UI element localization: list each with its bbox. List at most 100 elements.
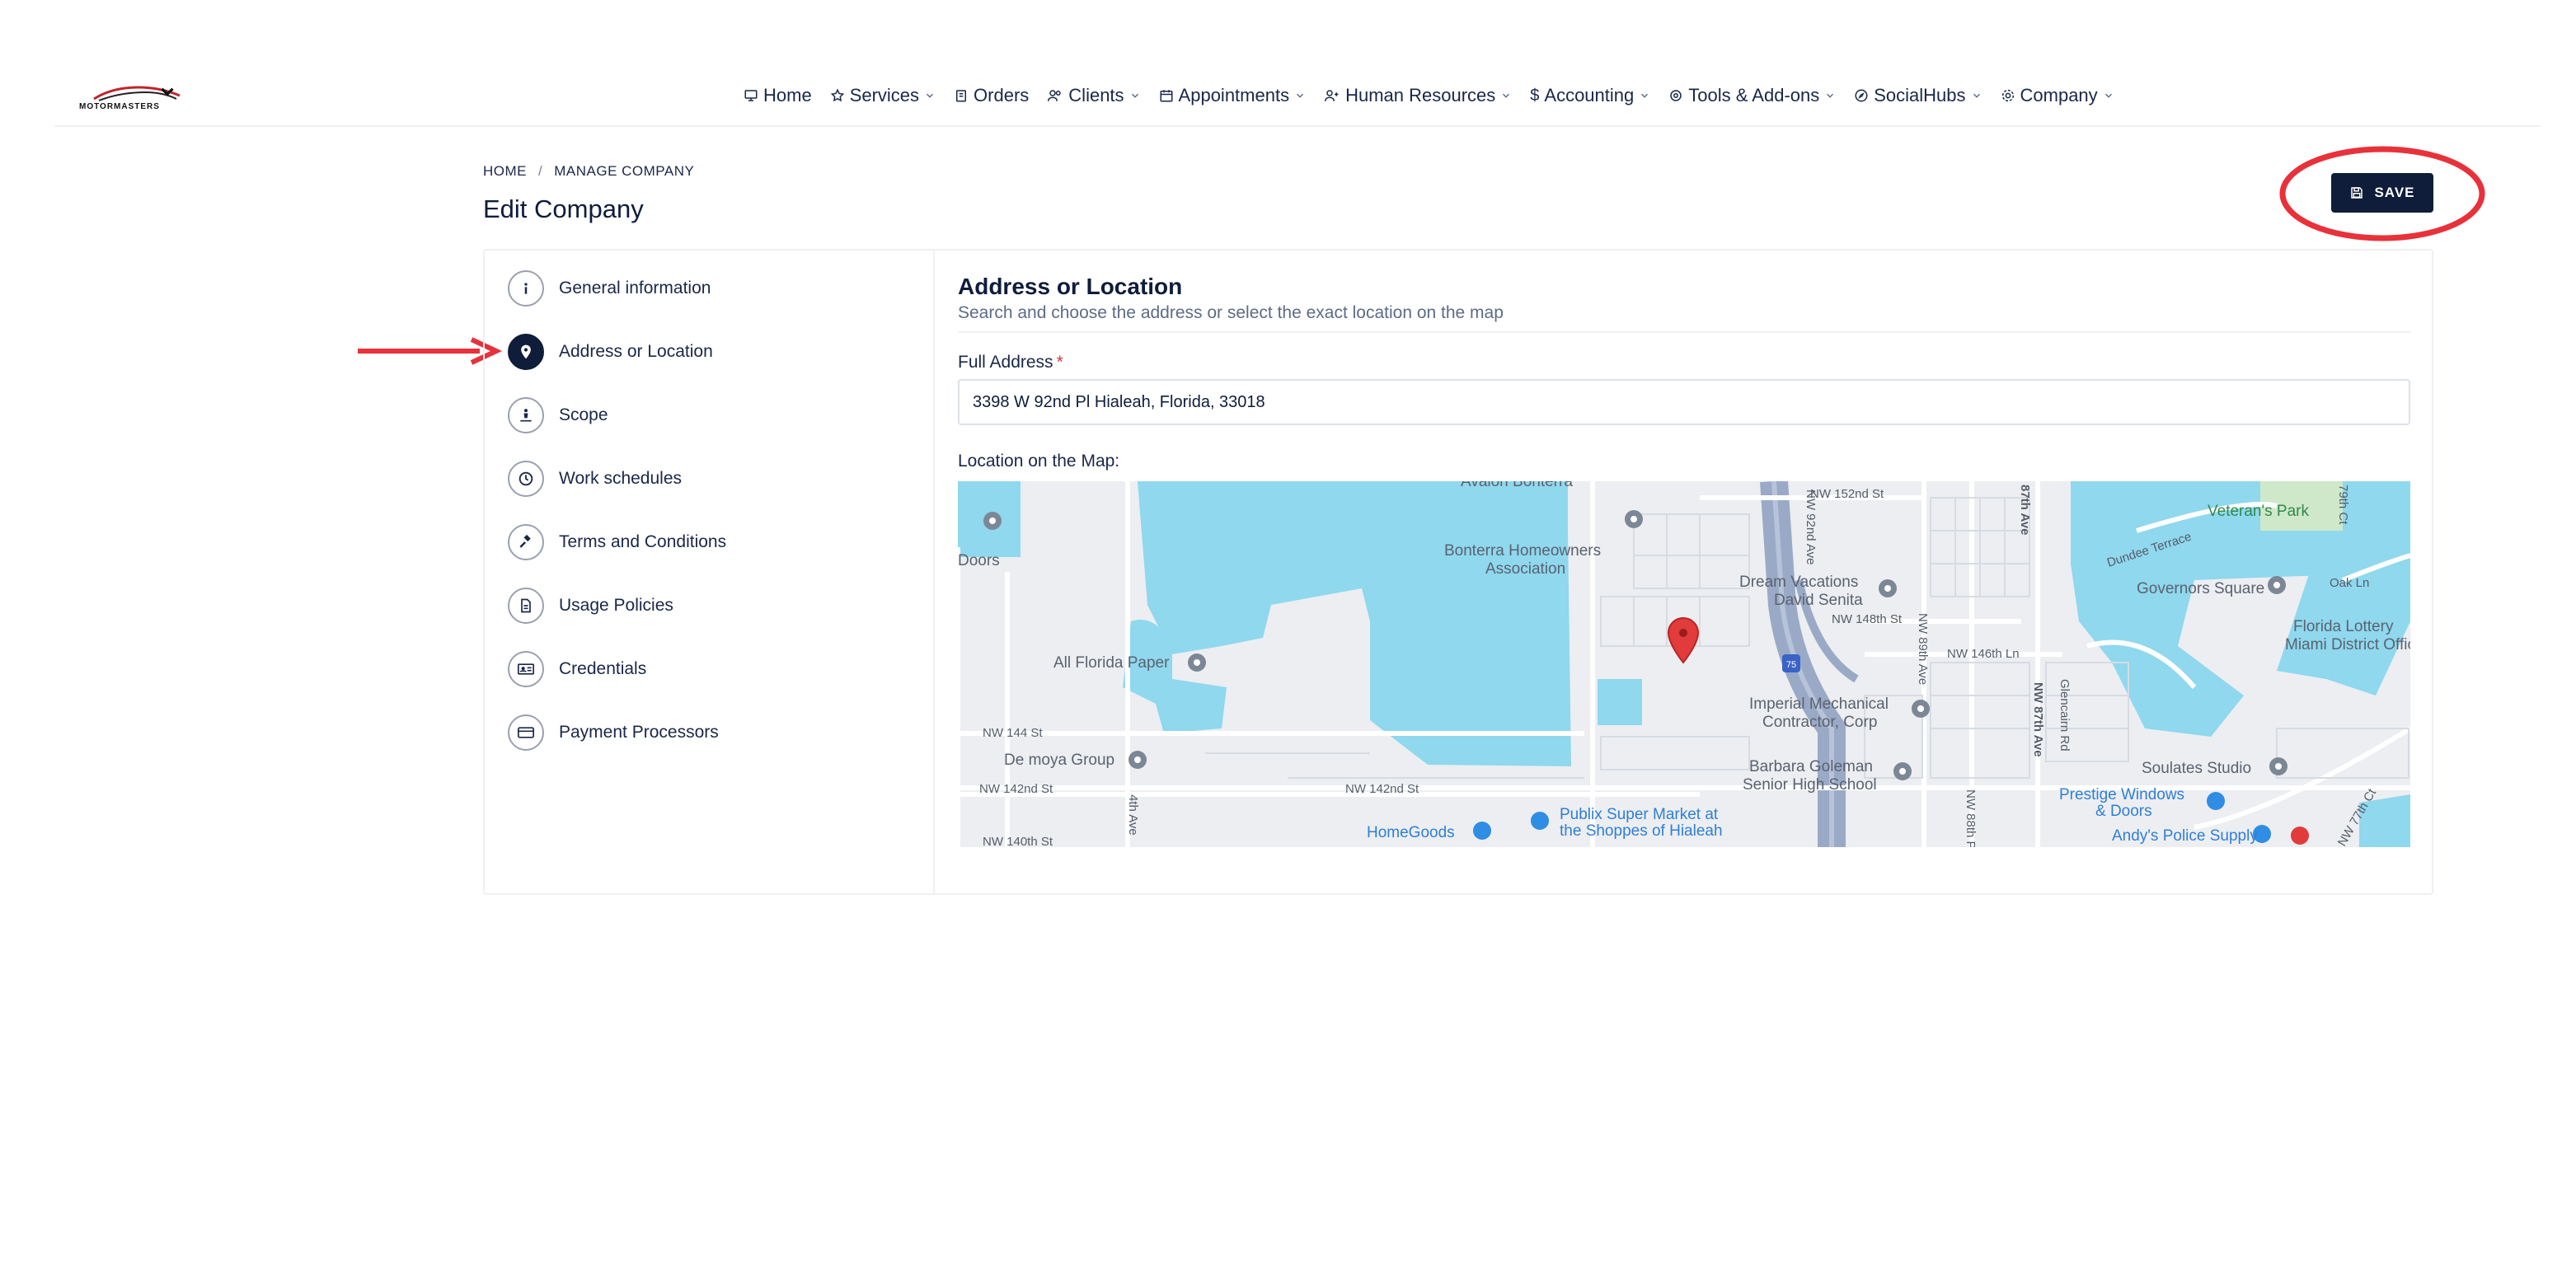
clock-icon: [508, 461, 544, 497]
section-title: Address or Location: [958, 274, 1183, 299]
sidebar-item-label: Credentials: [559, 659, 647, 678]
chevron-down-icon: [1297, 93, 1304, 98]
location-map[interactable]: 75 Avalon Bonterra Bonterra Homeowners A…: [958, 481, 2410, 847]
sidebar-item-scope[interactable]: Scope: [508, 396, 608, 435]
map-place-label: Prestige Windows: [2059, 786, 2184, 803]
id-card-icon: [508, 651, 544, 687]
nav-clients[interactable]: Clients: [1047, 85, 1140, 106]
sidebar-item-label: Payment Processors: [559, 723, 719, 742]
breadcrumb: HOME / MANAGE COMPANY: [483, 163, 694, 180]
map-street-label: NW 144 St: [983, 726, 1043, 740]
chevron-down-icon: [927, 93, 934, 98]
nav-socialhubs[interactable]: SocialHubs: [1854, 85, 1982, 106]
map-place-label: Association: [1485, 560, 1565, 578]
sidebar-item-usage-policies[interactable]: Usage Policies: [508, 586, 673, 625]
chevron-down-icon: [2104, 93, 2112, 98]
map-place-label: Avalon Bonterra: [1461, 481, 1573, 490]
sidebar-item-label: Scope: [559, 405, 608, 424]
clipboard-icon: [956, 90, 967, 102]
full-address-input[interactable]: [958, 379, 2410, 425]
map-place-label: David Senita: [1774, 592, 1863, 609]
nav-tools-addons[interactable]: Tools & Add-ons: [1668, 85, 1836, 106]
section-divider: [958, 331, 2410, 333]
nav-human-resources-label: Human Resources: [1345, 85, 1496, 105]
company-logo[interactable]: MOTORMASTERS: [79, 81, 203, 117]
map-place-label: De moya Group: [1004, 752, 1114, 769]
nav-clients-label: Clients: [1068, 85, 1124, 105]
map-street-label: 75: [1786, 660, 1796, 670]
star-icon: [830, 88, 844, 102]
map-place-label: Doors: [958, 552, 1000, 569]
address-section: Address or Location Search and choose th…: [958, 251, 2410, 893]
map-place-label: All Florida Paper: [1053, 654, 1170, 672]
full-address-label-text: Full Address: [958, 353, 1053, 372]
compass-icon: [1855, 89, 1868, 102]
map-place-label: Publix Super Market at: [1560, 806, 1719, 823]
map-place-label: the Shoppes of Hialeah: [1560, 822, 1723, 840]
map-place-label: Miami District Office: [2285, 636, 2410, 653]
nav-company[interactable]: Company: [2001, 85, 2114, 106]
dollar-icon: $: [1530, 86, 1540, 105]
main-nav: Home Services Orders Clients Appointment…: [744, 79, 2114, 112]
page-title: Edit Company: [483, 194, 644, 223]
map-place-label: Senior High School: [1743, 776, 1877, 794]
sidebar-item-general-information[interactable]: General information: [508, 269, 711, 308]
sidebar-item-label: Terms and Conditions: [559, 532, 727, 551]
map-label: Location on the Map:: [958, 452, 1120, 471]
nav-company-label: Company: [2020, 85, 2098, 105]
map-street-label: 79th Ct: [2336, 485, 2350, 525]
nav-accounting-label: Accounting: [1544, 85, 1635, 105]
full-address-label: Full Address *: [958, 353, 1063, 372]
save-button[interactable]: SAVE: [2331, 173, 2433, 213]
map-place-label: Bonterra Homeowners: [1444, 542, 1601, 560]
nav-appointments[interactable]: Appointments: [1159, 85, 1307, 106]
sidebar-item-payment-processors[interactable]: Payment Processors: [508, 713, 719, 752]
map-street-label: NW 87th Ave: [2031, 682, 2045, 757]
map-street-label: NW 92nd Ave: [1804, 489, 1818, 564]
map-place-label: Governors Square: [2137, 580, 2264, 597]
circle-icon: [1670, 90, 1682, 101]
gear-icon: [2001, 89, 2014, 102]
chevron-down-icon[interactable]: [157, 81, 178, 102]
sidebar-item-label: General information: [559, 279, 711, 297]
nav-accounting[interactable]: $ Accounting: [1530, 85, 1650, 106]
calendar-icon: [1160, 90, 1173, 102]
nav-services-label: Services: [849, 85, 920, 105]
chevron-down-icon: [1503, 93, 1510, 98]
map-canvas[interactable]: 75 Avalon Bonterra Bonterra Homeowners A…: [958, 481, 2410, 847]
sidebar-item-credentials[interactable]: Credentials: [508, 649, 646, 689]
settings-sidebar: General information Address or Location …: [485, 251, 935, 893]
floppy-disk-icon: [2351, 187, 2363, 199]
brand-name: MOTORMASTERS: [79, 102, 160, 111]
user-plus-icon: [1325, 90, 1339, 101]
map-place-label: Florida Lottery: [2293, 618, 2394, 635]
breadcrumb-current: MANAGE COMPANY: [554, 163, 695, 179]
required-mark: *: [1056, 353, 1063, 372]
map-place-label: & Doors: [2095, 803, 2152, 820]
map-place-label: Andy's Police Supply: [2112, 827, 2258, 845]
nav-socialhubs-label: SocialHubs: [1874, 85, 1966, 105]
credit-card-icon: [508, 714, 544, 751]
map-place-label: HomeGoods: [1367, 824, 1455, 841]
section-subtitle: Search and choose the address or select …: [958, 303, 1504, 322]
nav-human-resources[interactable]: Human Resources: [1324, 85, 1512, 106]
map-street-label: 4th Ave: [1126, 794, 1140, 836]
sidebar-item-address-or-location[interactable]: Address or Location: [508, 332, 713, 372]
map-street-label: Glencairn Rd: [2058, 679, 2072, 752]
info-icon: [508, 270, 544, 307]
map-place-label: Imperial Mechanical: [1749, 696, 1889, 713]
sidebar-item-work-schedules[interactable]: Work schedules: [508, 459, 682, 499]
users-icon: [1048, 90, 1062, 101]
nav-services[interactable]: Services: [830, 85, 936, 106]
map-street-label: NW 152nd St: [1810, 487, 1884, 501]
sidebar-item-label: Usage Policies: [559, 596, 673, 615]
sidebar-item-label: Work schedules: [559, 469, 683, 488]
chevron-down-icon: [1973, 93, 1980, 98]
nav-home[interactable]: Home: [744, 85, 812, 106]
map-street-label: 87th Ave: [2018, 485, 2032, 535]
breadcrumb-home[interactable]: HOME: [483, 163, 527, 180]
sidebar-item-terms-and-conditions[interactable]: Terms and Conditions: [508, 522, 726, 562]
nav-orders[interactable]: Orders: [954, 85, 1029, 106]
map-place-label: Barbara Goleman: [1749, 758, 1873, 775]
chevron-down-icon: [1827, 93, 1834, 98]
